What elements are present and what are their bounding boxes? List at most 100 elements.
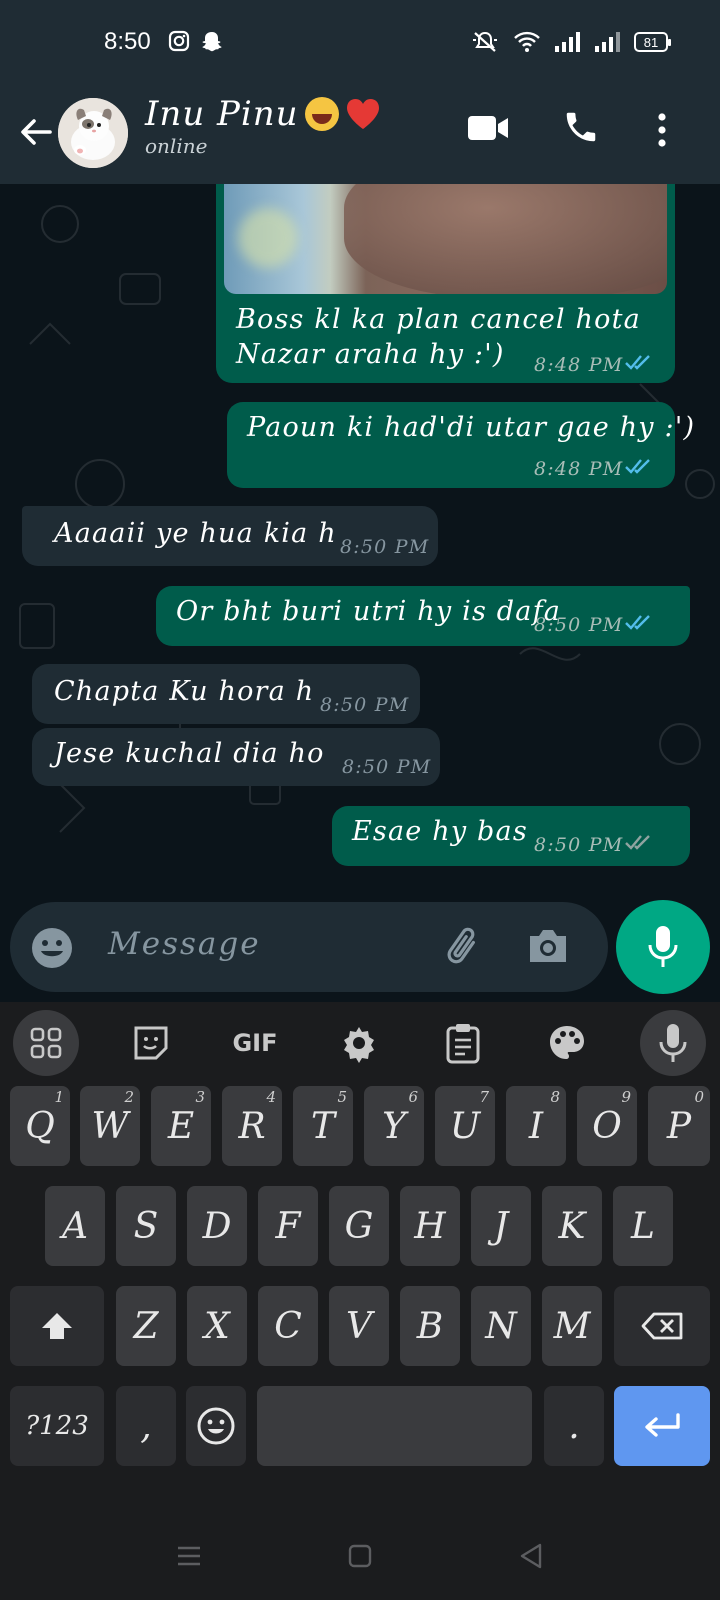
- message-bubble-incoming[interactable]: Chapta Ku hora h 8:50 PM: [32, 664, 420, 724]
- emoji-key[interactable]: [186, 1386, 246, 1466]
- sticker-icon[interactable]: [118, 1010, 184, 1076]
- comma-key[interactable]: ,: [116, 1386, 176, 1466]
- key-x[interactable]: X: [187, 1286, 247, 1366]
- key-f[interactable]: F: [258, 1186, 318, 1266]
- back-nav-icon[interactable]: [518, 1542, 544, 1570]
- enter-icon: [645, 1413, 680, 1437]
- laughing-emoji-icon: [304, 97, 339, 131]
- key-hint: 0: [694, 1088, 704, 1106]
- key-o[interactable]: O9: [577, 1086, 637, 1166]
- gif-button[interactable]: GIF: [222, 1010, 288, 1076]
- contact-name[interactable]: Inu Pinu: [145, 94, 299, 134]
- key-z[interactable]: Z: [116, 1286, 176, 1366]
- key-n[interactable]: N: [471, 1286, 531, 1366]
- video-call-icon[interactable]: [466, 112, 510, 148]
- shift-key[interactable]: [10, 1286, 104, 1366]
- key-i[interactable]: I8: [506, 1086, 566, 1166]
- key-c[interactable]: C: [258, 1286, 318, 1366]
- key-hint: 2: [124, 1088, 134, 1106]
- key-label: P: [666, 1105, 692, 1147]
- key-p[interactable]: P0: [648, 1086, 710, 1166]
- instagram-icon: [168, 30, 190, 56]
- camera-icon[interactable]: [526, 926, 570, 970]
- space-key[interactable]: [257, 1386, 532, 1466]
- period-key[interactable]: .: [544, 1386, 604, 1466]
- key-label: E: [167, 1105, 195, 1147]
- clipboard-icon[interactable]: [430, 1010, 496, 1076]
- key-label: Y: [382, 1105, 406, 1147]
- message-time: 8:48 PM: [534, 458, 624, 480]
- settings-icon[interactable]: [326, 1010, 392, 1076]
- message-bubble-outgoing[interactable]: Or bht buri utri hy is dafa 8:50 PM: [156, 586, 690, 646]
- home-icon[interactable]: [348, 1544, 372, 1568]
- read-ticks-icon: [625, 355, 650, 370]
- key-y[interactable]: Y6: [364, 1086, 424, 1166]
- keyboard-mic-icon[interactable]: [640, 1010, 706, 1076]
- message-time: 8:50 PM: [342, 756, 432, 778]
- key-label: W: [91, 1105, 129, 1147]
- key-hint: 5: [337, 1088, 347, 1106]
- palette-icon[interactable]: [534, 1010, 600, 1076]
- key-g[interactable]: G: [329, 1186, 389, 1266]
- message-photo[interactable]: [224, 184, 667, 294]
- key-u[interactable]: U7: [435, 1086, 495, 1166]
- key-label: O: [592, 1105, 622, 1147]
- key-k[interactable]: K: [542, 1186, 602, 1266]
- key-v[interactable]: V: [329, 1286, 389, 1366]
- voice-record-button[interactable]: [616, 900, 710, 994]
- back-arrow-icon[interactable]: [14, 110, 58, 154]
- message-input[interactable]: Message: [108, 926, 261, 962]
- delivered-ticks-icon: [625, 835, 650, 850]
- wifi-icon: [514, 31, 540, 52]
- apps-icon[interactable]: [13, 1010, 79, 1076]
- message-text: Nazar araha hy :'): [236, 339, 505, 370]
- key-j[interactable]: J: [471, 1186, 531, 1266]
- message-text: Boss kl ka plan cancel hota: [236, 304, 641, 335]
- mute-bell-icon: [473, 31, 497, 52]
- message-text: Paoun ki had'di utar gae hy :'): [247, 412, 696, 443]
- key-d[interactable]: D: [187, 1186, 247, 1266]
- emoji-icon[interactable]: [30, 926, 74, 974]
- symbols-key[interactable]: ?123: [10, 1386, 104, 1466]
- key-hint: 7: [479, 1088, 489, 1106]
- status-right-icons: 81: [470, 30, 671, 54]
- contact-avatar[interactable]: [58, 98, 128, 168]
- key-l[interactable]: L: [613, 1186, 673, 1266]
- contact-status: online: [145, 134, 208, 158]
- signal-2-icon: [595, 32, 620, 52]
- menu-icon[interactable]: [176, 1544, 202, 1568]
- contact-name-row[interactable]: Inu Pinu: [145, 94, 381, 134]
- message-time: 8:50 PM: [340, 536, 430, 558]
- backspace-icon: [641, 1312, 683, 1340]
- message-bubble-incoming[interactable]: Jese kuchal dia ho 8:50 PM: [32, 728, 440, 786]
- voice-call-icon[interactable]: [562, 108, 600, 150]
- key-hint: 4: [266, 1088, 276, 1106]
- key-r[interactable]: R4: [222, 1086, 282, 1166]
- key-m[interactable]: M: [542, 1286, 602, 1366]
- more-options-icon[interactable]: [652, 110, 672, 154]
- soft-keyboard: GIF Q1 W2 E3 R4 T5 Y6 U7 I8 O9 P0 A S D …: [0, 1002, 720, 1600]
- read-ticks-icon: [625, 459, 650, 474]
- message-text: Or bht buri utri hy is dafa: [176, 596, 562, 627]
- key-b[interactable]: B: [400, 1286, 460, 1366]
- enter-key[interactable]: [614, 1386, 710, 1466]
- chat-area[interactable]: Boss kl ka plan cancel hota Nazar araha …: [0, 184, 720, 904]
- attach-icon[interactable]: [442, 924, 488, 974]
- key-t[interactable]: T5: [293, 1086, 353, 1166]
- key-w[interactable]: W2: [80, 1086, 140, 1166]
- message-bubble-incoming[interactable]: Aaaaii ye hua kia h 8:50 PM: [22, 506, 438, 566]
- message-bubble-outgoing[interactable]: Esae hy bas 8:50 PM: [332, 806, 690, 866]
- key-q[interactable]: Q1: [10, 1086, 70, 1166]
- shift-icon: [42, 1313, 72, 1339]
- backspace-key[interactable]: [614, 1286, 710, 1366]
- key-s[interactable]: S: [116, 1186, 176, 1266]
- message-bubble-outgoing[interactable]: Paoun ki had'di utar gae hy :') 8:48 PM: [227, 402, 694, 488]
- message-bubble-outgoing[interactable]: Boss kl ka plan cancel hota Nazar araha …: [216, 184, 675, 383]
- key-h[interactable]: H: [400, 1186, 460, 1266]
- key-e[interactable]: E3: [151, 1086, 211, 1166]
- snapchat-icon: [200, 30, 224, 58]
- chat-header: Inu Pinu online: [0, 90, 720, 184]
- key-a[interactable]: A: [45, 1186, 105, 1266]
- read-ticks-icon: [625, 615, 650, 630]
- message-time: 8:48 PM: [534, 354, 624, 376]
